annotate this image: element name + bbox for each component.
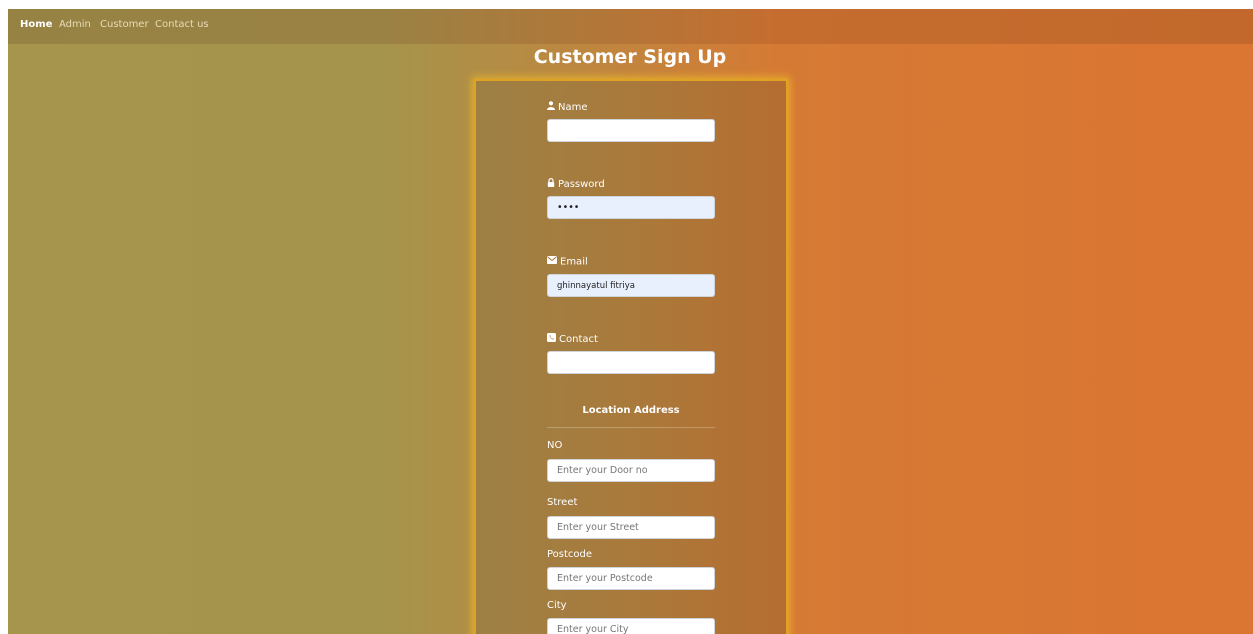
envelope-icon [547,256,557,267]
page-title: Customer Sign Up [533,46,727,68]
signup-form-panel: Name Password Email Contact Location Add… [474,79,788,634]
location-address-heading: Location Address [582,405,680,416]
nav-contact-us[interactable]: Contact us [155,19,209,30]
name-input[interactable] [547,119,715,142]
email-label-row: Email [547,256,588,268]
contact-label-row: Contact [547,333,598,345]
door-no-label: NO [547,440,563,451]
nav-customer[interactable]: Customer [100,19,149,30]
section-divider [547,427,715,428]
navbar: Home Admin Customer Contact us [8,9,1253,44]
user-icon [547,101,555,113]
door-no-input[interactable] [547,459,715,482]
nav-home[interactable]: Home [20,19,52,30]
password-input[interactable] [547,196,715,219]
page-frame: Home Admin Customer Contact us Customer … [8,9,1253,634]
password-label-row: Password [547,178,605,190]
postcode-input[interactable] [547,567,715,590]
postcode-label: Postcode [547,549,593,560]
city-label: City [547,600,567,611]
contact-label: Contact [559,334,598,345]
email-label: Email [560,256,588,268]
name-label: Name [558,102,588,113]
city-input[interactable] [547,618,715,634]
street-label: Street [547,497,578,508]
name-label-row: Name [547,101,588,113]
lock-icon [547,178,555,190]
street-input[interactable] [547,516,715,539]
phone-icon [547,333,556,345]
nav-admin[interactable]: Admin [59,19,91,30]
password-label: Password [558,179,605,190]
contact-input[interactable] [547,351,715,374]
email-input[interactable] [547,274,715,297]
